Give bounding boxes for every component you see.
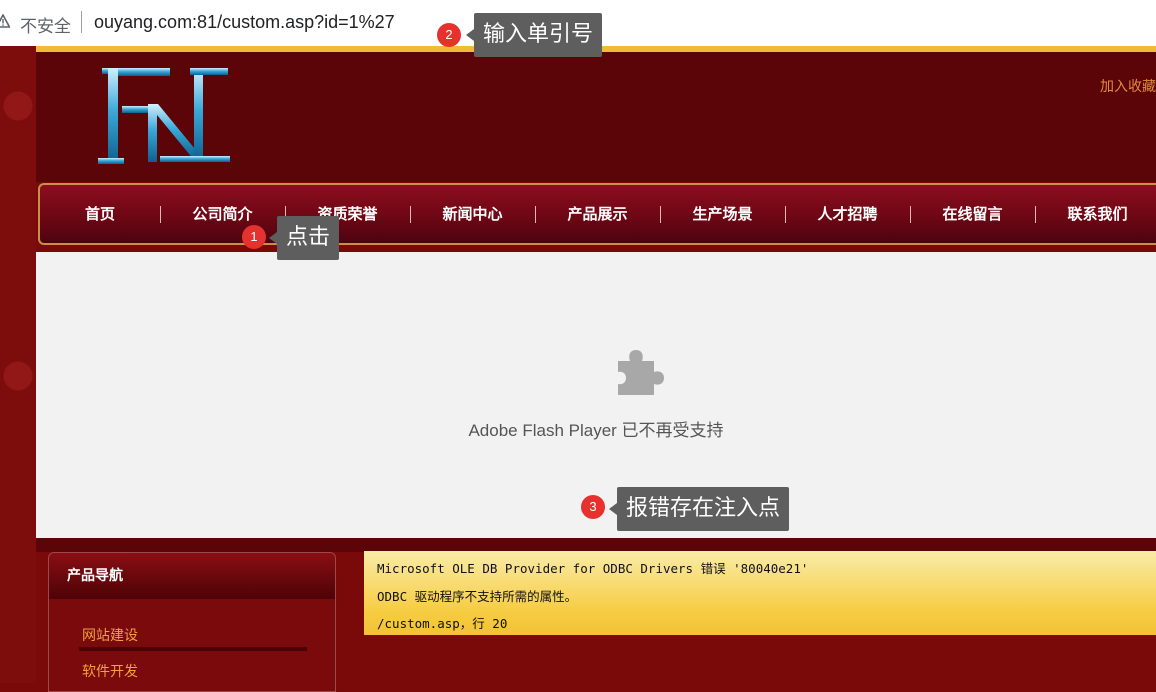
- nav-item-guestbook[interactable]: 在线留言: [910, 185, 1035, 243]
- content-divider: [36, 538, 1156, 552]
- url-text[interactable]: ouyang.com:81/custom.asp?id=1%27: [94, 12, 395, 33]
- nav-item-home[interactable]: 首页: [40, 185, 160, 243]
- puzzle-plugin-icon: [618, 350, 664, 395]
- site-logo[interactable]: [94, 64, 234, 168]
- sidebar-link-software-dev[interactable]: 软件开发: [82, 661, 138, 681]
- nav-item-jobs[interactable]: 人才招聘: [785, 185, 910, 243]
- error-line-provider: Microsoft OLE DB Provider for ODBC Drive…: [377, 561, 809, 576]
- annotation-badge-3: 3: [581, 495, 605, 519]
- sidebar-item-underline: [79, 647, 307, 651]
- annotation-callout-click: 点击: [268, 216, 340, 260]
- annotation-badge-2: 2: [437, 23, 461, 47]
- add-favorites-link[interactable]: 加入收藏: [1100, 76, 1156, 96]
- nav-item-about[interactable]: 公司简介: [160, 185, 285, 243]
- flash-unsupported-message: Adobe Flash Player 已不再受支持: [468, 421, 724, 440]
- error-line-description: ODBC 驱动程序不支持所需的属性。: [377, 589, 578, 604]
- annotation-callout-quote: 输入单引号: [465, 13, 603, 57]
- annotation-callout-injection: 报错存在注入点: [608, 487, 790, 531]
- nav-item-products[interactable]: 产品展示: [535, 185, 660, 243]
- warning-icon: [0, 14, 10, 28]
- annotation-badge-1: 1: [242, 225, 266, 249]
- nav-item-news[interactable]: 新闻中心: [410, 185, 535, 243]
- sql-error-message: Microsoft OLE DB Provider for ODBC Drive…: [364, 551, 1156, 635]
- main-navigation: 首页 公司简介 资质荣誉 新闻中心 产品展示 生产场景 人才招聘 在线留言 联系…: [38, 183, 1156, 245]
- nav-item-contact[interactable]: 联系我们: [1035, 185, 1156, 243]
- error-line-location: /custom.asp，行 20: [377, 616, 508, 631]
- security-label[interactable]: 不安全: [20, 12, 71, 37]
- sidebar-title: 产品导航: [49, 553, 335, 599]
- sidebar-link-web-dev[interactable]: 网站建设: [82, 625, 138, 645]
- product-nav-sidebar: 产品导航 网站建设 软件开发: [48, 552, 336, 692]
- address-separator: [81, 11, 82, 33]
- site-header: 加入收藏: [36, 52, 1156, 182]
- nav-item-production[interactable]: 生产场景: [660, 185, 785, 243]
- page-background-pattern: [0, 46, 36, 683]
